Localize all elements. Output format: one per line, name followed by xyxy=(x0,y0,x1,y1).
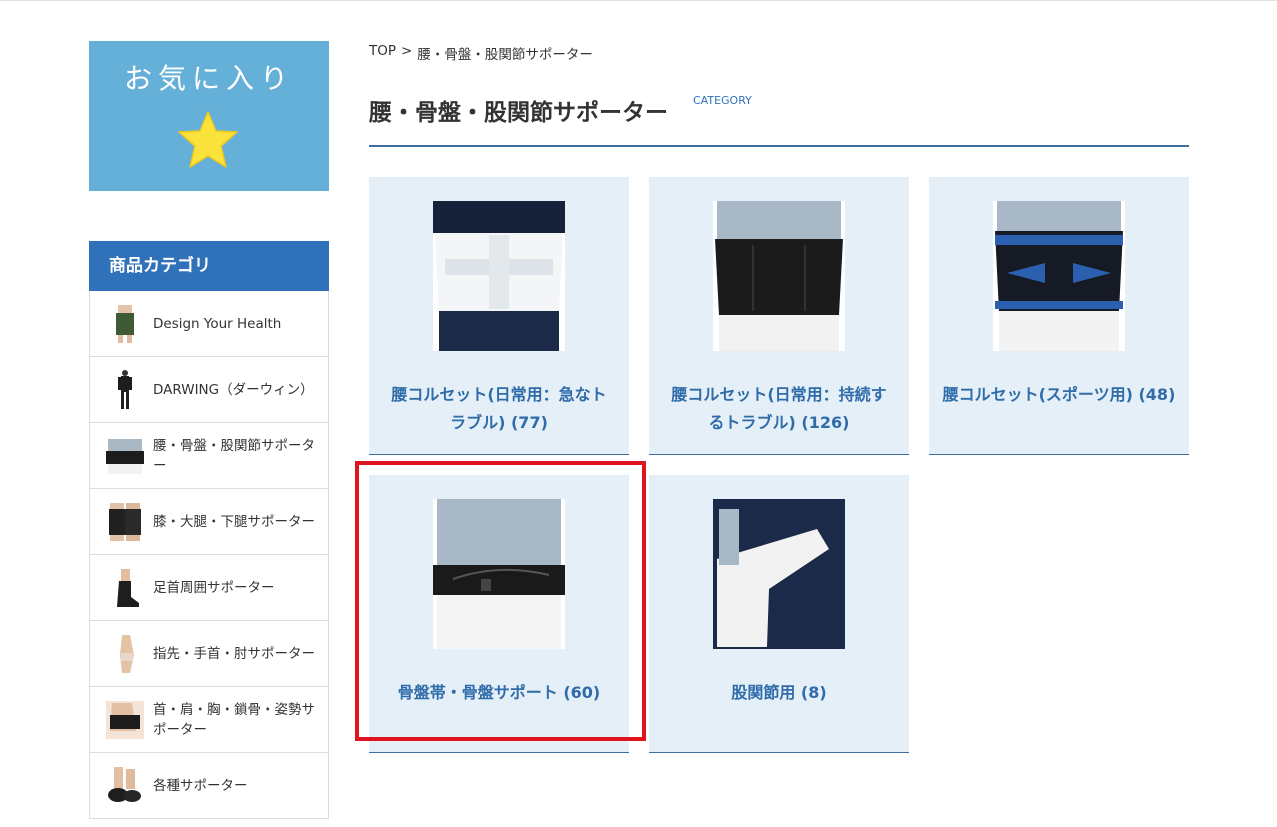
category-card-pelvic-belt[interactable]: 骨盤帯・骨盤サポート (60) xyxy=(369,475,629,753)
product-image xyxy=(713,201,845,351)
product-image xyxy=(713,499,845,649)
sidebar-item-various[interactable]: 各種サポーター xyxy=(90,753,328,819)
sidebar-item-finger-wrist-elbow[interactable]: 指先・手首・肘サポーター xyxy=(90,621,328,687)
favorites-banner[interactable]: お気に入り xyxy=(89,41,329,191)
product-image xyxy=(993,201,1125,351)
card-label-line2: るトラブル) (126) xyxy=(708,413,850,432)
sidebar-item-label: DARWING（ダーウィン） xyxy=(153,381,314,398)
product-thumbnail xyxy=(117,568,139,607)
breadcrumb: TOP > 腰・骨盤・股関節サポーター xyxy=(369,43,593,63)
category-card-waist-corset-chronic[interactable]: 腰コルセット(日常用：持続す るトラブル) (126) xyxy=(649,177,909,455)
sidebar-item-label: 指先・手首・肘サポーター xyxy=(153,645,315,662)
sidebar-item-label: 各種サポーター xyxy=(153,777,248,794)
sidebar-item-waist-pelvis[interactable]: 腰・骨盤・股関節サポーター xyxy=(90,423,328,489)
card-label-line2: ラブル) (77) xyxy=(450,413,548,432)
sidebar-item-label: 足首周囲サポーター xyxy=(153,579,275,596)
product-thumbnail xyxy=(109,502,141,541)
category-card-waist-corset-acute[interactable]: 腰コルセット(日常用：急なト ラブル) (77) xyxy=(369,177,629,455)
card-label-line1: 腰コルセット(日常用：急なト xyxy=(391,385,607,404)
sidebar-item-ankle[interactable]: 足首周囲サポーター xyxy=(90,555,328,621)
sidebar-item-label: 首・肩・胸・鎖骨・姿勢サポーター xyxy=(153,701,315,738)
breadcrumb-top-link[interactable]: TOP xyxy=(369,43,396,63)
title-divider xyxy=(369,145,1189,147)
sidebar-item-darwing[interactable]: DARWING（ダーウィン） xyxy=(90,357,328,423)
product-image xyxy=(433,499,565,649)
sidebar-item-design-your-health[interactable]: Design Your Health xyxy=(90,291,328,357)
product-image xyxy=(433,201,565,351)
product-thumbnail xyxy=(106,438,144,474)
sidebar-item-label: Design Your Health xyxy=(153,315,282,332)
star-icon xyxy=(178,111,238,168)
sidebar-item-label: 腰・骨盤・股関節サポーター xyxy=(153,437,315,474)
category-card-hip-joint[interactable]: 股関節用 (8) xyxy=(649,475,909,753)
top-divider xyxy=(0,0,1277,1)
product-thumbnail xyxy=(106,700,144,739)
product-thumbnail xyxy=(108,766,141,802)
sidebar-item-label: 膝・大腿・下腿サポーター xyxy=(153,513,315,530)
category-list: Design Your Health DARWING（ダーウィン） 腰・骨盤・股… xyxy=(89,291,329,819)
category-tag: CATEGORY xyxy=(693,94,752,107)
card-label-line1: 股関節用 (8) xyxy=(731,683,827,702)
category-header: 商品カテゴリ xyxy=(89,241,329,291)
product-thumbnail xyxy=(118,369,132,409)
sidebar-item-neck-shoulder[interactable]: 首・肩・胸・鎖骨・姿勢サポーター xyxy=(90,687,328,753)
breadcrumb-separator: > xyxy=(401,43,413,59)
breadcrumb-current: 腰・骨盤・股関節サポーター xyxy=(417,47,593,63)
favorites-label: お気に入り xyxy=(123,62,294,95)
page-title: 腰・骨盤・股関節サポーター xyxy=(369,100,668,126)
card-label-line1: 腰コルセット(日常用：持続す xyxy=(671,385,887,404)
sidebar-item-knee[interactable]: 膝・大腿・下腿サポーター xyxy=(90,489,328,555)
product-thumbnail xyxy=(116,304,134,343)
card-label-line1: 腰コルセット(スポーツ用) (48) xyxy=(942,385,1176,404)
category-card-waist-corset-sports[interactable]: 腰コルセット(スポーツ用) (48) xyxy=(929,177,1189,455)
product-thumbnail xyxy=(120,634,134,673)
card-label-line1: 骨盤帯・骨盤サポート (60) xyxy=(397,683,601,702)
